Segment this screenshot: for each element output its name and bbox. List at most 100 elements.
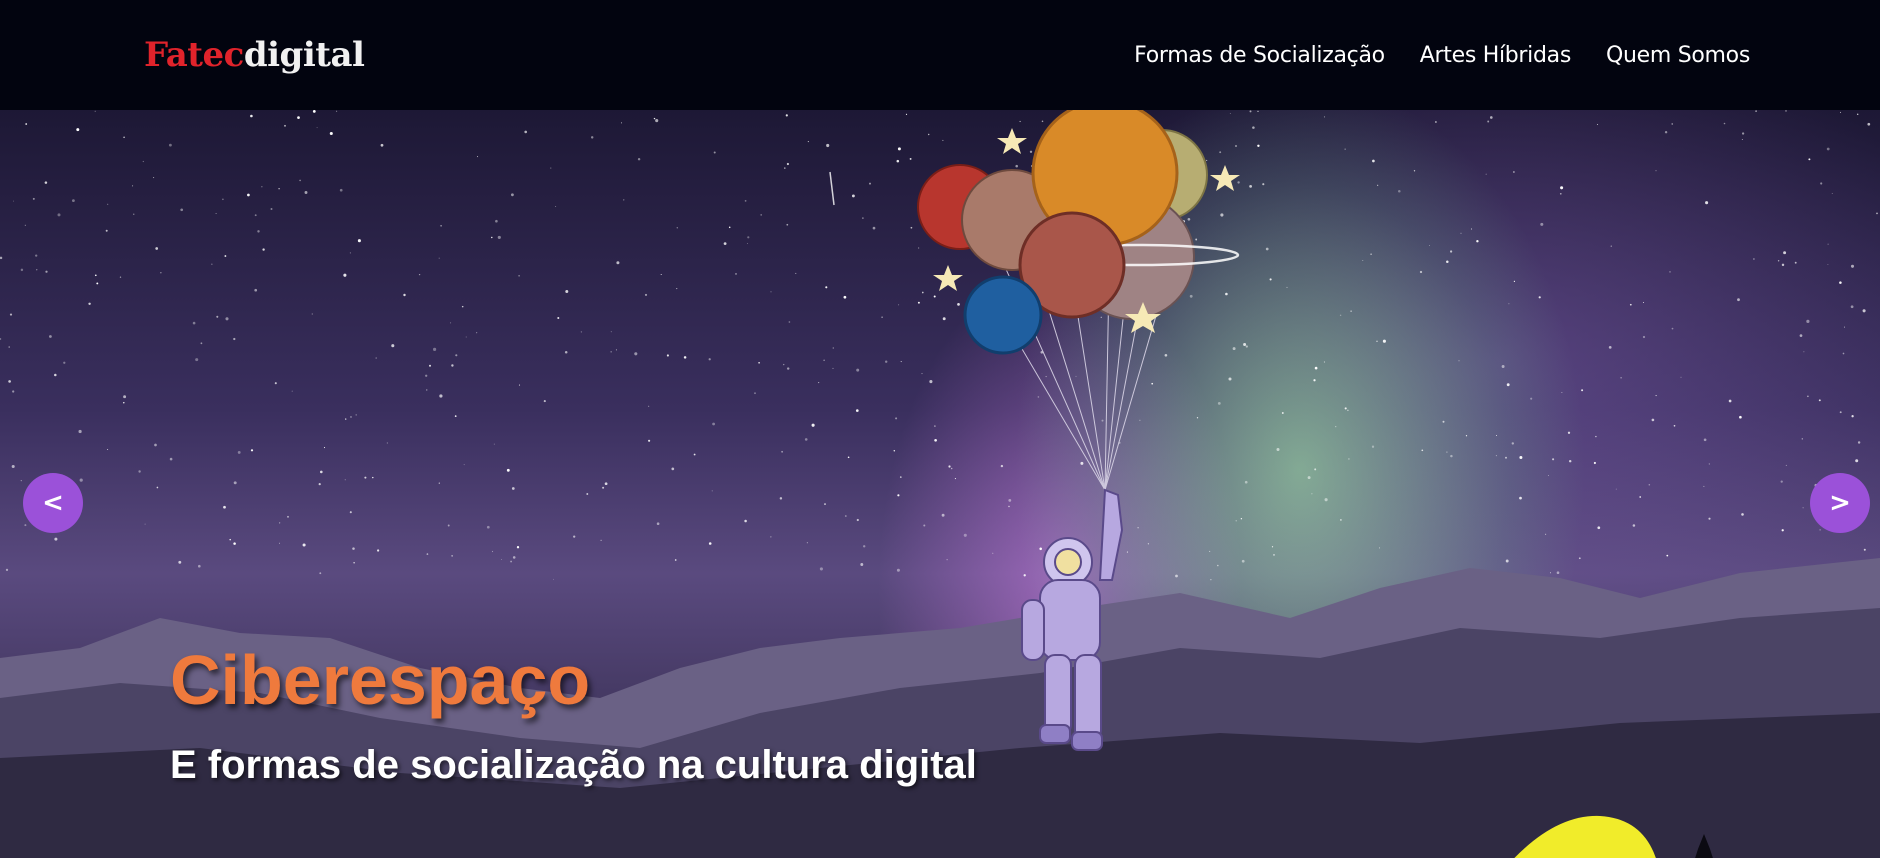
star (311, 313, 313, 315)
star (804, 438, 808, 441)
star (1728, 399, 1732, 403)
star (451, 364, 454, 367)
star (1371, 445, 1375, 448)
nav-link-formas-socializacao[interactable]: Formas de Socialização (1134, 43, 1385, 68)
star (832, 347, 834, 349)
star (429, 364, 431, 367)
star (1508, 303, 1510, 305)
star (1519, 456, 1523, 459)
star (1655, 395, 1657, 397)
star (754, 392, 756, 395)
star (564, 351, 568, 354)
star (493, 443, 495, 445)
star (610, 351, 612, 353)
star (1376, 340, 1378, 342)
star (224, 255, 227, 257)
star (454, 415, 457, 417)
star (518, 384, 521, 386)
star (783, 363, 785, 366)
star (465, 336, 467, 338)
star (1807, 395, 1809, 398)
star (1476, 240, 1479, 243)
star (1311, 493, 1313, 495)
nav-link-quem-somos[interactable]: Quem Somos (1606, 43, 1750, 68)
star (1703, 485, 1705, 487)
star (604, 482, 608, 486)
star (497, 235, 501, 239)
star (851, 194, 855, 198)
star (1323, 116, 1326, 118)
star (1419, 270, 1423, 274)
star (786, 162, 789, 166)
star (107, 448, 109, 451)
star (1799, 334, 1803, 337)
star (1501, 365, 1505, 368)
star (735, 273, 737, 275)
star (795, 272, 797, 274)
star (250, 449, 254, 452)
star (225, 317, 229, 321)
star (329, 131, 333, 136)
star (477, 156, 479, 158)
main-nav: Formas de Socialização Artes Híbridas Qu… (1134, 43, 1750, 68)
star (1842, 352, 1845, 355)
star (1495, 455, 1497, 457)
star (1708, 463, 1710, 465)
star (1680, 376, 1682, 378)
star (349, 252, 351, 254)
star (418, 273, 421, 276)
star (671, 467, 675, 471)
star (355, 414, 357, 416)
star (1862, 309, 1866, 313)
star (79, 478, 83, 482)
star (557, 316, 560, 320)
star (250, 114, 253, 118)
star (1737, 298, 1740, 302)
star (36, 269, 38, 271)
star (54, 373, 57, 377)
star (160, 272, 162, 274)
nav-link-artes-hibridas[interactable]: Artes Híbridas (1420, 43, 1572, 68)
star (318, 483, 321, 486)
star (623, 199, 625, 201)
star (615, 349, 617, 351)
star (1664, 131, 1668, 134)
star (1839, 111, 1842, 113)
star (1785, 464, 1787, 466)
star (76, 128, 80, 132)
star (1323, 361, 1325, 363)
star (278, 187, 280, 190)
star (72, 199, 75, 202)
star (63, 361, 66, 364)
star (518, 275, 520, 277)
carousel-prev-button[interactable]: < (23, 473, 83, 533)
star (1465, 435, 1468, 437)
site-logo[interactable]: Fatecdigital (144, 35, 365, 75)
star (747, 236, 750, 239)
star (1350, 310, 1352, 312)
star (261, 186, 263, 188)
star (1307, 476, 1311, 480)
star (855, 409, 859, 412)
star (425, 374, 428, 377)
star (426, 389, 428, 391)
star (1844, 326, 1845, 328)
star (893, 450, 896, 452)
star (439, 394, 443, 398)
star (133, 213, 135, 215)
star (660, 274, 662, 275)
star (211, 263, 213, 265)
star (1850, 305, 1854, 309)
star (323, 447, 326, 449)
star (616, 261, 620, 265)
star (257, 230, 260, 233)
star (270, 208, 273, 210)
star (319, 470, 323, 474)
star (168, 143, 172, 147)
star (1876, 212, 1878, 215)
star (1581, 389, 1584, 392)
star (343, 273, 347, 277)
logo-brand: Fatec (144, 35, 244, 75)
carousel-next-button[interactable]: > (1810, 473, 1870, 533)
star (1552, 458, 1555, 461)
